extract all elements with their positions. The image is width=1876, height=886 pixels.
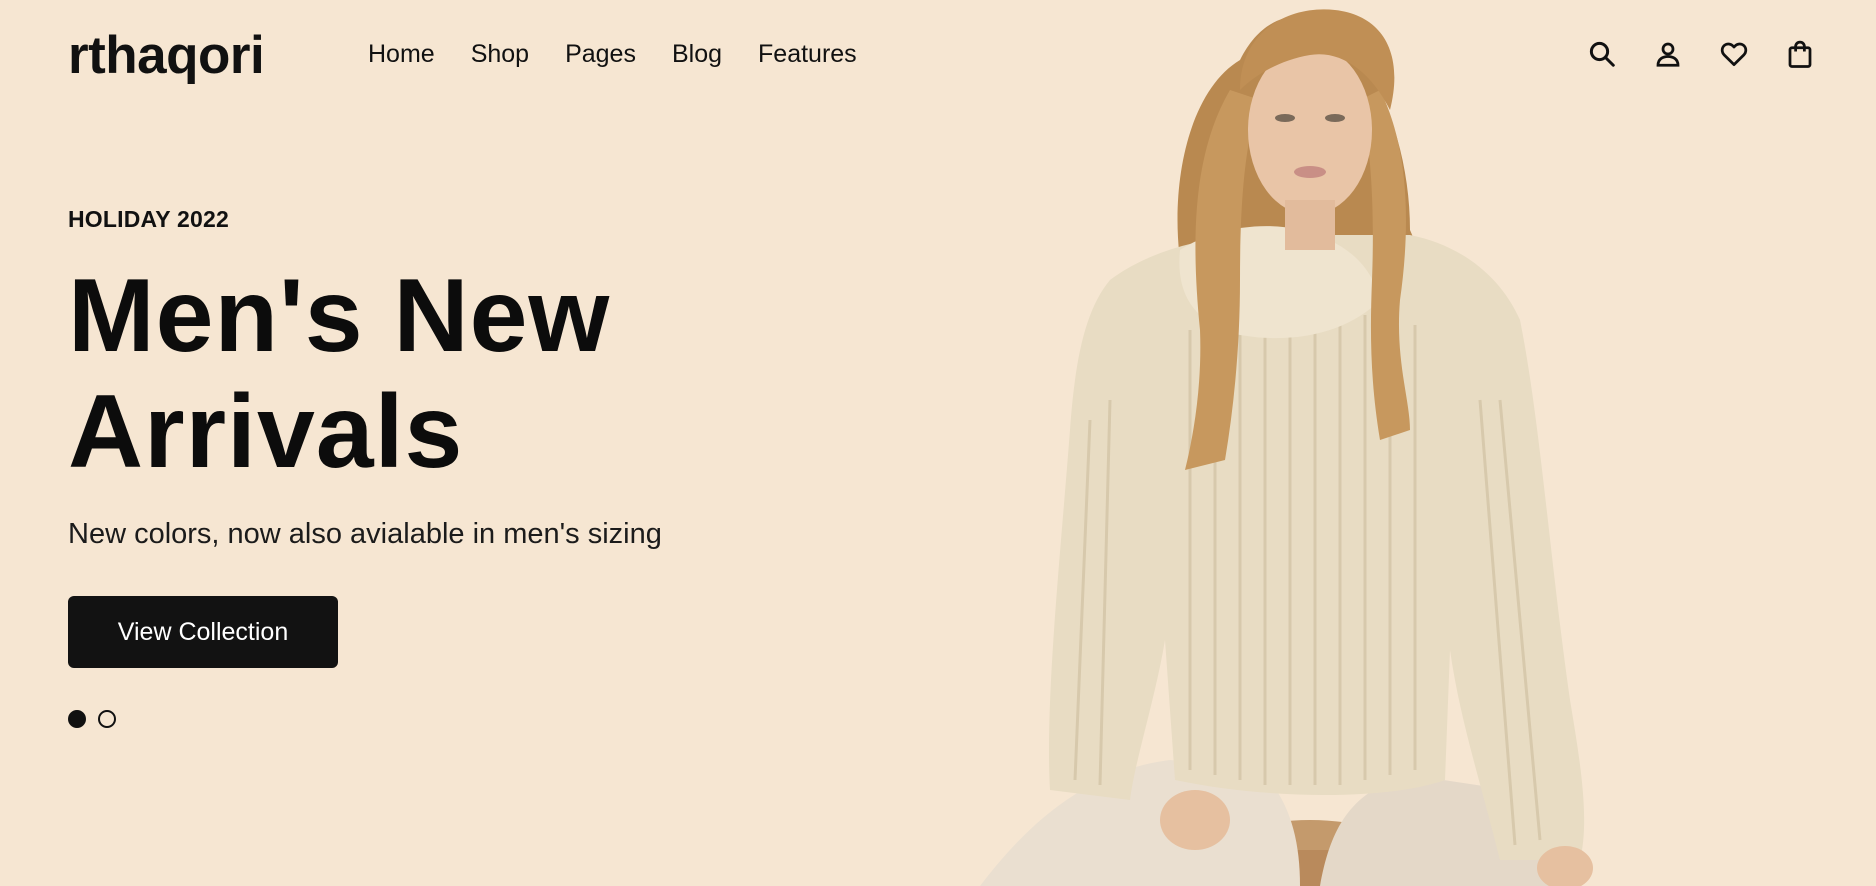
heart-icon [1720,42,1748,66]
header-actions [1586,34,1816,74]
account-button[interactable] [1652,34,1684,74]
wishlist-button[interactable] [1718,34,1750,74]
search-button[interactable] [1586,34,1618,74]
main-nav: Home Shop Pages Blog Features [368,38,893,70]
user-icon [1656,42,1680,67]
nav-item-features[interactable]: Features [758,38,857,70]
slider-dots [68,710,828,728]
hero-title: Men's New Arrivals [68,258,828,490]
hero-subtitle: New colors, now also avialable in men's … [68,518,662,550]
nav-item-pages[interactable]: Pages [565,38,636,70]
hero-model-image [940,0,1660,886]
hero-eyebrow: HOLIDAY 2022 [68,206,229,232]
view-collection-button[interactable]: View Collection [68,596,338,668]
hero-title-line-2: Arrivals [68,374,464,490]
slide-dot-1[interactable] [68,710,86,728]
site-header: rthaqori Home Shop Pages Blog Features [0,0,1876,110]
brand-logo[interactable]: rthaqori [68,24,265,88]
shopping-bag-icon [1788,40,1812,68]
nav-item-home[interactable]: Home [368,38,435,70]
nav-item-shop[interactable]: Shop [471,38,529,70]
hero-title-line-1: Men's New [68,258,611,374]
hero-section: HOLIDAY 2022 Men's New Arrivals New colo… [68,198,828,728]
cart-button[interactable] [1784,34,1816,74]
slide-dot-2[interactable] [98,710,116,728]
search-icon [1589,41,1615,67]
nav-item-blog[interactable]: Blog [672,38,722,70]
